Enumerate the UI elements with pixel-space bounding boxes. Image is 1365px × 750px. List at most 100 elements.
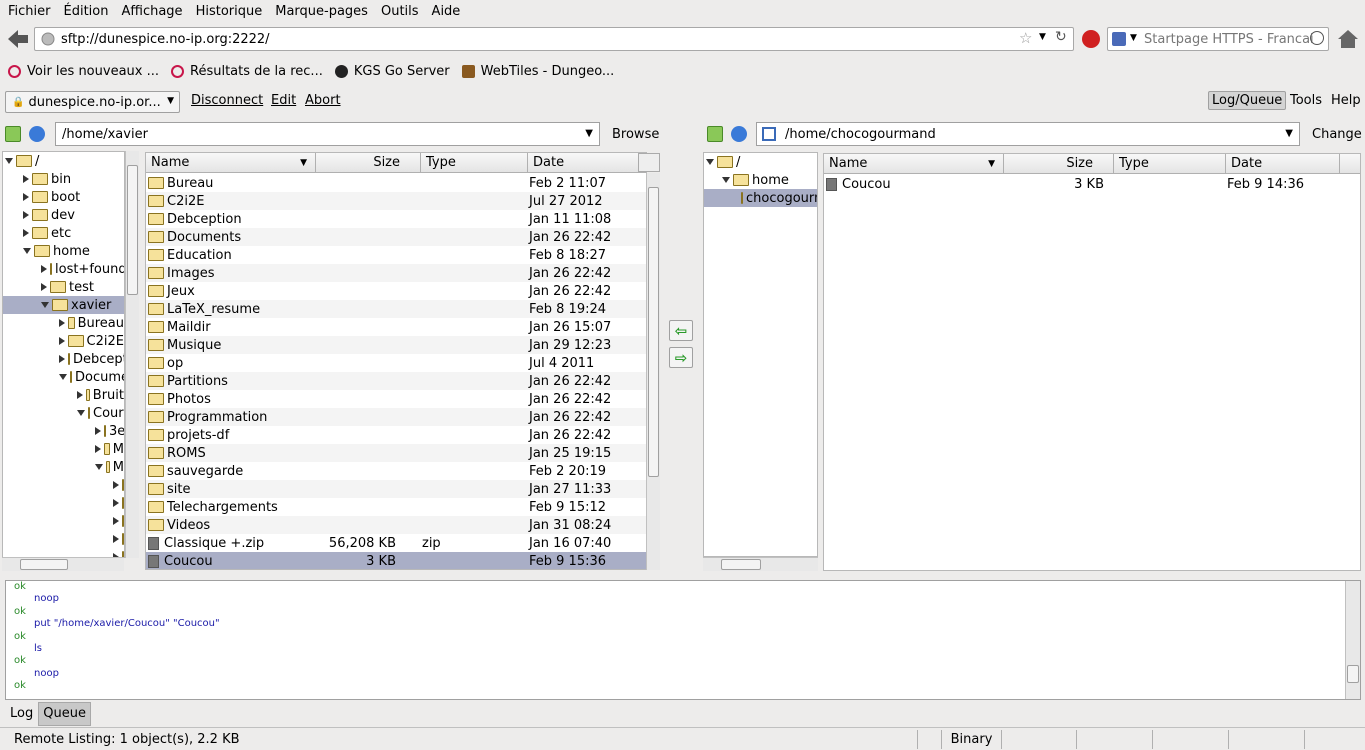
collapsed-icon[interactable] [113,499,119,507]
file-row[interactable]: Coucou 3 KB Feb 9 14:36 [824,175,1360,193]
star-icon[interactable]: ☆ [1019,29,1032,47]
file-row[interactable]: sauvegarde Feb 2 20:19 [146,462,646,480]
home-button[interactable] [1337,28,1359,50]
dropdown-icon[interactable]: ▼ [1039,32,1046,42]
file-row[interactable]: Coucou 3 KB Feb 9 15:36 [146,552,646,569]
expanded-icon[interactable] [23,248,31,254]
collapsed-icon[interactable] [113,481,119,489]
file-row[interactable]: Debception Jan 11 11:08 [146,210,646,228]
scroll-thumb[interactable] [1347,665,1359,683]
file-row[interactable]: Images Jan 26 22:42 [146,264,646,282]
tree-item[interactable]: Debception [3,350,124,368]
scroll-thumb[interactable] [648,187,659,477]
menu-marque-pages[interactable]: Marque-pages [275,4,368,19]
tree-item[interactable]: home [704,171,817,189]
menu-fichier[interactable]: Fichier [8,4,51,19]
local-path-input[interactable]: /home/xavier ▼ [55,122,600,146]
column-chooser-icon[interactable] [1340,154,1360,174]
file-row[interactable]: Classique +.zip 56,208 KB zip Jan 16 07:40 [146,534,646,552]
site-selector[interactable]: 🔒 dunespice.no-ip.or... ▼ [5,91,180,113]
remote-path-input[interactable]: /home/chocogourmand ▼ [756,122,1300,146]
collapsed-icon[interactable] [59,355,65,363]
help-button[interactable]: Help [1331,93,1361,108]
file-row[interactable]: Jeux Jan 26 22:42 [146,282,646,300]
tree-item[interactable]: Bruit [3,386,124,404]
column-header-name[interactable]: Name ▼ [146,153,316,173]
tree-item[interactable] [3,512,124,530]
tree-item[interactable]: / [3,152,124,170]
menu-aide[interactable]: Aide [432,4,461,19]
log-queue-button[interactable]: Log/Queue [1208,91,1287,110]
collapsed-icon[interactable] [23,211,29,219]
file-row[interactable]: Education Feb 8 18:27 [146,246,646,264]
collapsed-icon[interactable] [113,517,119,525]
collapsed-icon[interactable] [23,175,29,183]
scroll-thumb[interactable] [20,559,68,570]
up-folder-icon[interactable] [5,126,21,142]
tree-item[interactable]: M [3,458,124,476]
collapsed-icon[interactable] [77,391,83,399]
file-row[interactable]: Programmation Jan 26 22:42 [146,408,646,426]
column-header-name[interactable]: Name ▼ [824,154,1004,174]
url-bar[interactable]: sftp://dunespice.no-ip.org:2222/ ☆ ▼ ↻ [34,27,1074,51]
search-bar[interactable]: ▼ Startpage HTTPS - Francai [1107,27,1329,51]
remote-file-list[interactable]: Name ▼ Size Type Date Coucou 3 KB Feb 9 14:… [823,153,1361,571]
edit-button[interactable]: Edit [271,93,296,108]
column-header-date[interactable]: Date [528,153,646,173]
column-header-type[interactable]: Type [421,153,528,173]
tree-item[interactable]: Documents [3,368,124,386]
tree-item[interactable] [3,476,124,494]
column-header-size[interactable]: Size [316,153,421,173]
reload-icon[interactable]: ↻ [1055,29,1067,45]
scroll-thumb[interactable] [721,559,761,570]
log-vscrollbar[interactable] [1345,581,1360,699]
expanded-icon[interactable] [59,374,67,380]
collapsed-icon[interactable] [23,193,29,201]
collapsed-icon[interactable] [113,535,119,543]
tree-item[interactable]: M [3,440,124,458]
collapsed-icon[interactable] [95,445,101,453]
tree-item[interactable]: C2i2E [3,332,124,350]
scroll-thumb[interactable] [127,165,138,295]
log-pane[interactable]: ok noop ok put "/home/xavier/Coucou" "Couco… [5,580,1361,700]
bookmark-item[interactable]: Voir les nouveaux ... [8,64,159,79]
file-row[interactable]: LaTeX_resume Feb 8 19:24 [146,300,646,318]
collapsed-icon[interactable] [41,283,47,291]
tree-item[interactable]: chocogourmand [704,189,817,207]
remote-tree-hscrollbar[interactable] [703,557,818,571]
local-tree-vscrollbar[interactable] [125,151,139,558]
file-row[interactable]: C2i2E Jul 27 2012 [146,192,646,210]
file-row[interactable]: Bureau Feb 2 11:07 [146,174,646,192]
browse-button[interactable]: Browse [612,127,659,142]
download-button[interactable]: ⇨ [669,347,693,368]
bookmark-item[interactable]: Résultats de la rec... [171,64,323,79]
tree-item[interactable]: boot [3,188,124,206]
tree-item[interactable] [3,530,124,548]
file-row[interactable]: ROMS Jan 25 19:15 [146,444,646,462]
tab-log[interactable]: Log [5,702,38,726]
file-row[interactable]: Documents Jan 26 22:42 [146,228,646,246]
column-header-date[interactable]: Date [1226,154,1340,174]
up-folder-icon[interactable] [707,126,723,142]
chevron-down-icon[interactable]: ▼ [1285,128,1293,139]
column-header-type[interactable]: Type [1114,154,1226,174]
expanded-icon[interactable] [41,302,49,308]
upload-button[interactable]: ⇦ [669,320,693,341]
stylish-icon[interactable] [1082,30,1100,48]
abort-button[interactable]: Abort [305,93,341,108]
expanded-icon[interactable] [77,410,85,416]
search-icon[interactable] [1310,31,1324,45]
collapsed-icon[interactable] [59,337,65,345]
search-engine-dropdown-icon[interactable]: ▼ [1130,33,1137,43]
tree-item[interactable]: lost+found [3,260,124,278]
file-row[interactable]: Telechargements Feb 9 15:12 [146,498,646,516]
file-row[interactable]: projets-df Jan 26 22:42 [146,426,646,444]
tab-queue[interactable]: Queue [38,702,91,726]
tree-item[interactable]: test [3,278,124,296]
local-tree[interactable]: / bin boot dev etc home lost+found test xavier Bu… [2,151,125,558]
file-row[interactable]: site Jan 27 11:33 [146,480,646,498]
file-row[interactable]: Partitions Jan 26 22:42 [146,372,646,390]
bookmark-item[interactable]: KGS Go Server [334,64,450,79]
collapsed-icon[interactable] [23,229,29,237]
expanded-icon[interactable] [95,464,103,470]
